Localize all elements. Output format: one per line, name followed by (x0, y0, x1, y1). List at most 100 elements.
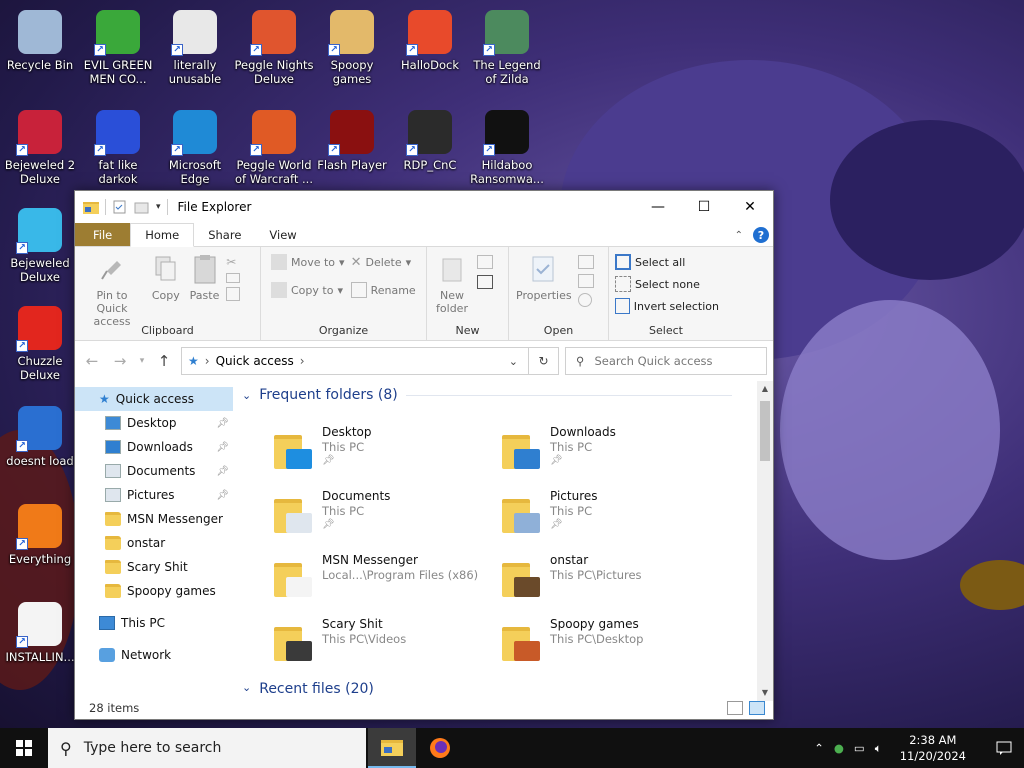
desktop-icon[interactable]: ↗ Spoopy games (312, 4, 392, 100)
chevron-up-icon[interactable]: ⌃ (735, 230, 743, 241)
properties-quick-icon[interactable] (112, 200, 128, 214)
nav-item[interactable]: Scary Shit (75, 555, 233, 579)
desktop-icon[interactable]: ↗ Bejeweled Deluxe (0, 202, 80, 298)
folder-tile[interactable]: onstar This PC\Pictures (502, 551, 722, 611)
nav-item[interactable]: onstar (75, 531, 233, 555)
desktop-icon[interactable]: ↗ INSTALLIN... (0, 596, 80, 692)
select-all-button[interactable]: Select all (615, 251, 719, 273)
paste-button[interactable]: Paste (187, 251, 223, 304)
frequent-folders-header[interactable]: ⌄ Frequent folders (8) (242, 387, 732, 403)
desktop-icon[interactable]: ↗ Chuzzle Deluxe (0, 300, 80, 396)
volume-icon[interactable]: 🔈︎ (875, 741, 882, 756)
details-view-icon[interactable] (727, 701, 743, 715)
rename-button[interactable]: Rename (350, 279, 416, 301)
taskbar-file-explorer[interactable] (368, 728, 416, 768)
desktop-icon[interactable]: ↗ doesnt load (0, 400, 80, 496)
cut-icon[interactable]: ✂ (226, 255, 240, 269)
open-icon[interactable] (578, 255, 595, 269)
folder-tile[interactable]: Documents This PC 📌︎ (274, 487, 494, 547)
back-arrow-icon[interactable]: ← (81, 352, 103, 370)
recent-locations-chevron-icon[interactable]: ▾ (137, 356, 147, 366)
help-icon[interactable]: ? (753, 227, 769, 243)
folder-tile[interactable]: Scary Shit This PC\Videos (274, 615, 494, 675)
minimize-button[interactable]: — (635, 191, 681, 223)
nav-item[interactable]: MSN Messenger (75, 507, 233, 531)
nav-network[interactable]: Network (75, 643, 233, 667)
show-hidden-icons-chevron-icon[interactable]: ⌃ (814, 741, 824, 755)
desktop-icon[interactable]: ↗ Peggle World of Warcraft ... (234, 104, 314, 200)
new-folder-quick-icon[interactable] (134, 200, 150, 214)
user-tray-icon[interactable]: ● (834, 741, 844, 755)
tab-share[interactable]: Share (194, 223, 255, 246)
maximize-button[interactable]: ☐ (681, 191, 727, 223)
notifications-icon[interactable] (984, 728, 1024, 768)
copy-path-icon[interactable] (226, 273, 241, 283)
desktop-icon[interactable]: ↗ Hildaboo Ransomwa... (467, 104, 547, 200)
easy-access-icon[interactable] (476, 275, 493, 289)
pin-icon[interactable]: 📌︎ (216, 418, 229, 429)
up-arrow-icon[interactable]: ↑ (153, 352, 175, 370)
copy-to-button[interactable]: Copy to ▾ (271, 279, 345, 301)
desktop-icon[interactable]: ↗ Bejeweled 2 Deluxe (0, 104, 80, 200)
nav-item[interactable]: Desktop 📌︎ (75, 411, 233, 435)
folder-tile[interactable]: Pictures This PC 📌︎ (502, 487, 722, 547)
folder-tile[interactable]: MSN Messenger Local...\Program Files (x86… (274, 551, 494, 611)
pin-to-quick-access-button[interactable]: Pin to Quick access (79, 251, 145, 330)
nav-item[interactable]: Spoopy games (75, 579, 233, 603)
vertical-scrollbar[interactable]: ▲ ▼ (757, 381, 773, 701)
taskbar-search-input[interactable]: ⚲ Type here to search (48, 728, 366, 768)
search-input[interactable]: ⚲ Search Quick access (565, 347, 767, 375)
pin-icon[interactable]: 📌︎ (216, 490, 229, 501)
clock[interactable]: 2:38 AM 11/20/2024 (892, 732, 974, 764)
start-button[interactable] (0, 728, 48, 768)
desktop-icon[interactable]: ↗ literally unusable (155, 4, 235, 100)
tab-file[interactable]: File (75, 223, 131, 246)
invert-selection-button[interactable]: Invert selection (615, 295, 719, 317)
folder-tile[interactable]: Desktop This PC 📌︎ (274, 423, 494, 483)
tab-view[interactable]: View (255, 223, 310, 246)
desktop-icon[interactable]: ↗ HalloDock (390, 4, 470, 100)
recent-files-header[interactable]: ⌄ Recent files (20) (242, 681, 374, 697)
desktop-icon[interactable]: ↗ Peggle Nights Deluxe (234, 4, 314, 100)
nav-quick-access[interactable]: ★ Quick access (75, 387, 233, 411)
tab-home[interactable]: Home (130, 223, 195, 247)
nav-item[interactable]: Pictures 📌︎ (75, 483, 233, 507)
nav-item[interactable]: Documents 📌︎ (75, 459, 233, 483)
pin-icon[interactable]: 📌︎ (216, 442, 229, 453)
folder-tile[interactable]: Spoopy games This PC\Desktop (502, 615, 722, 675)
desktop-icon[interactable]: ↗ Microsoft Edge (155, 104, 235, 200)
select-none-button[interactable]: Select none (615, 273, 719, 295)
desktop-icon[interactable]: ↗ EVIL GREEN MEN CO... (78, 4, 158, 100)
shortcut-arrow-icon: ↗ (16, 440, 28, 452)
folder-tile[interactable]: Downloads This PC 📌︎ (502, 423, 722, 483)
pin-icon[interactable]: 📌︎ (216, 466, 229, 477)
desktop-icon[interactable]: ↗ RDP_CnC (390, 104, 470, 200)
desktop-icon[interactable]: ↗ fat like darkok (78, 104, 158, 200)
network-tray-icon[interactable]: ▭ (854, 741, 865, 755)
nav-item[interactable]: Downloads 📌︎ (75, 435, 233, 459)
copy-button[interactable]: Copy (149, 251, 183, 304)
properties-button[interactable]: Properties (513, 251, 575, 304)
nav-this-pc[interactable]: This PC (75, 611, 233, 635)
tiles-view-icon[interactable] (749, 701, 765, 715)
desktop-icon[interactable]: ↗ Everything (0, 498, 80, 594)
desktop-icon[interactable]: ↗ The Legend of Zilda (467, 4, 547, 100)
scroll-up-icon[interactable]: ▲ (757, 381, 773, 397)
desktop-icon[interactable]: Recycle Bin (0, 4, 80, 100)
address-dropdown-icon[interactable]: ⌄ (509, 355, 518, 368)
new-item-icon[interactable] (476, 255, 493, 269)
edit-icon[interactable] (578, 274, 595, 288)
delete-button[interactable]: ✕ Delete ▾ (351, 251, 416, 273)
move-to-button[interactable]: Move to ▾ (271, 251, 345, 273)
desktop-icon[interactable]: ↗ Flash Player (312, 104, 392, 200)
paste-shortcut-icon[interactable] (226, 287, 241, 301)
new-folder-button[interactable]: New folder (431, 251, 473, 317)
close-button[interactable]: ✕ (727, 191, 773, 223)
taskbar-firefox[interactable] (416, 728, 464, 768)
address-bar[interactable]: ★ › Quick access › ⌄ ↻ (181, 347, 559, 375)
refresh-icon[interactable]: ↻ (528, 348, 558, 374)
scroll-thumb[interactable] (760, 401, 770, 461)
quick-access-toolbar-dropdown[interactable]: ▾ (156, 202, 161, 212)
forward-arrow-icon[interactable]: → (109, 352, 131, 370)
history-icon[interactable] (578, 293, 593, 307)
